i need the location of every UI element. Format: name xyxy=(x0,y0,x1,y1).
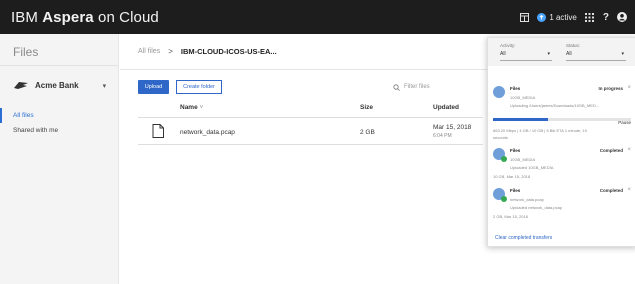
column-header-name[interactable]: Name ˅ xyxy=(180,104,203,111)
files-panel-icon[interactable] xyxy=(519,12,529,22)
transfer-stats: 663.20 Mbps | 4 GB / 10 GB | 6 Blk ETA 1… xyxy=(493,128,587,133)
row-divider xyxy=(138,144,483,145)
sidebar-item-all-files[interactable]: All files xyxy=(0,108,118,123)
filter-placeholder: Filter files xyxy=(404,84,430,90)
transfer-summary: Uploaded network_data.pcap xyxy=(510,205,563,210)
transfer-eta: seconds xyxy=(493,135,508,140)
breadcrumb-root[interactable]: All files xyxy=(138,48,160,55)
completed-transfer-icon xyxy=(493,188,507,202)
transfer-title: Files xyxy=(510,86,521,91)
transfer-item[interactable]: Files In progress × 10GB_MEDIA Uploading… xyxy=(493,85,631,142)
transfer-detail: 2 GB, Mar 15, 2018 xyxy=(493,214,528,219)
transfer-detail: 10 GB, Mar 15, 2018 xyxy=(493,174,531,179)
transfer-status: Completed xyxy=(599,148,623,153)
transfer-name: network_data.pcap xyxy=(510,197,544,202)
active-transfers-button[interactable]: 1 active xyxy=(537,12,577,22)
transfers-panel: Activity: All ▾ Status: All ▾ Files In p… xyxy=(487,37,635,247)
completed-transfer-icon xyxy=(493,148,507,162)
filter-input[interactable]: Filter files xyxy=(393,80,493,94)
activity-value: All xyxy=(500,51,506,57)
transfers-filters: Activity: All ▾ Status: All ▾ xyxy=(488,38,635,66)
file-updated-date: Mar 15, 2018 xyxy=(433,124,472,131)
apps-grid-icon[interactable] xyxy=(585,12,595,22)
transfer-name: 10GB_MEDIA xyxy=(510,157,536,162)
transfer-item[interactable]: Files Completed × 10GB_MEDIA Uploaded 10… xyxy=(493,147,631,182)
sidebar: Files Acme Bank ▾ All files Shared with … xyxy=(0,34,119,284)
transfer-item[interactable]: Files Completed × network_data.pcap Uplo… xyxy=(493,187,631,222)
file-size: 2 GB xyxy=(360,129,375,136)
transfer-name: 10GB_MEDIA xyxy=(510,95,536,100)
brand-ibm: IBM xyxy=(11,8,38,26)
breadcrumb-current: IBM-CLOUD-ICOS-US-EA... xyxy=(180,47,277,56)
transfer-progress-bar xyxy=(493,118,631,121)
transfer-icon xyxy=(537,12,547,22)
status-select[interactable]: Status: All ▾ xyxy=(566,43,626,61)
help-icon[interactable]: ? xyxy=(603,12,609,23)
transfer-title: Files xyxy=(510,148,521,153)
progress-fill xyxy=(493,118,549,121)
status-label: Status: xyxy=(566,43,581,48)
user-avatar-icon[interactable] xyxy=(617,12,627,22)
transfer-summary: Uploaded 10GB_MEDIA xyxy=(510,165,554,170)
column-header-size[interactable]: Size xyxy=(360,104,373,111)
file-icon xyxy=(152,124,164,138)
close-icon[interactable]: × xyxy=(627,187,631,193)
header-divider xyxy=(138,117,483,118)
sidebar-item-shared-with-me[interactable]: Shared with me xyxy=(0,123,118,138)
transfer-status: In progress xyxy=(598,86,623,91)
status-value: All xyxy=(566,51,572,57)
org-name: Acme Bank xyxy=(35,81,79,90)
search-icon xyxy=(393,83,400,91)
brand-suffix: on Cloud xyxy=(98,8,159,26)
org-switcher[interactable]: Acme Bank ▾ xyxy=(0,66,118,96)
chevron-down-icon: ▾ xyxy=(547,51,550,57)
activity-label: Activity: xyxy=(500,43,516,48)
transfer-title: Files xyxy=(510,188,521,193)
close-icon[interactable]: × xyxy=(627,85,631,91)
active-count: 1 active xyxy=(549,12,577,22)
top-bar: IBM Aspera on Cloud 1 active ? xyxy=(0,0,635,34)
close-icon[interactable]: × xyxy=(627,147,631,153)
acme-logo-icon xyxy=(14,82,28,89)
breadcrumb: All files > IBM-CLOUD-ICOS-US-EA... xyxy=(138,47,277,56)
pause-button[interactable]: Pause xyxy=(618,120,631,125)
column-header-updated[interactable]: Updated xyxy=(433,104,459,111)
transfer-status: Completed xyxy=(599,188,623,193)
file-updated-time: 6:04 PM xyxy=(433,133,452,139)
clear-completed-link[interactable]: Clear completed transfers xyxy=(495,235,552,241)
breadcrumb-separator: > xyxy=(168,47,173,56)
file-name[interactable]: network_data.pcap xyxy=(180,129,235,136)
transfer-path: Uploading /Users/james/Downloads/10GB_ME… xyxy=(510,103,600,108)
upload-transfer-icon xyxy=(493,86,505,98)
activity-select[interactable]: Activity: All ▾ xyxy=(500,43,552,61)
app-title[interactable]: IBM Aspera on Cloud xyxy=(0,9,159,26)
brand-aspera: Aspera xyxy=(42,8,94,26)
sidebar-title: Files xyxy=(0,34,118,66)
create-folder-button[interactable]: Create folder xyxy=(176,80,222,94)
chevron-down-icon: ▾ xyxy=(102,82,107,90)
upload-button[interactable]: Upload xyxy=(138,80,169,94)
chevron-down-icon: ▾ xyxy=(621,51,624,57)
